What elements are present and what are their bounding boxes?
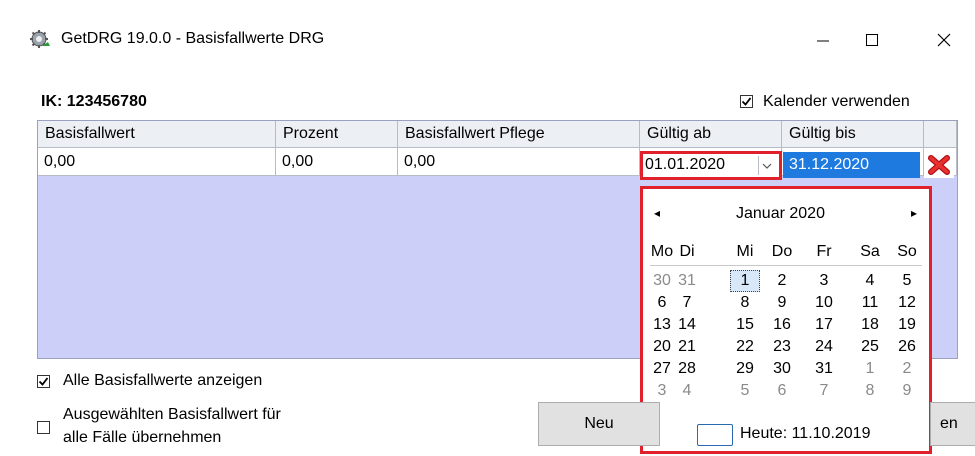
- calendar-day[interactable]: 5: [733, 380, 757, 402]
- calendar-day[interactable]: 8: [733, 292, 757, 314]
- calendar-day[interactable]: 3: [812, 270, 836, 292]
- calendar-day[interactable]: 12: [895, 292, 919, 314]
- calendar-day[interactable]: 17: [812, 314, 836, 336]
- calendar-day[interactable]: 6: [770, 380, 794, 402]
- weekday-label: Mi: [736, 243, 754, 260]
- calendar-day[interactable]: 3: [650, 380, 674, 402]
- maximize-icon: [866, 34, 878, 46]
- calendar-day[interactable]: 31: [812, 358, 836, 380]
- calendar-day[interactable]: 7: [812, 380, 836, 402]
- apply-all-label-line1: Ausgewählten Basisfallwert für: [63, 406, 281, 423]
- calendar-day[interactable]: 23: [770, 336, 794, 358]
- minimize-button[interactable]: [800, 20, 846, 60]
- column-header-gueltig-bis[interactable]: Gültig bis: [782, 121, 924, 148]
- apply-all-label-line2: alle Fälle übernehmen: [63, 429, 222, 446]
- weekday-divider: [650, 265, 922, 266]
- calendar-month-label[interactable]: Januar 2020: [736, 205, 825, 223]
- cell-basisfallwert[interactable]: 0,00: [38, 148, 276, 176]
- calendar-day[interactable]: 29: [733, 358, 757, 380]
- today-label[interactable]: Heute: 11.10.2019: [740, 425, 870, 443]
- window-title: GetDRG 19.0.0 - Basisfallwerte DRG: [61, 30, 325, 47]
- calendar-day[interactable]: 9: [770, 292, 794, 314]
- column-header-gueltig-ab[interactable]: Gültig ab: [640, 121, 782, 148]
- show-all-checkbox[interactable]: [37, 375, 50, 388]
- calendar-day[interactable]: 19: [895, 314, 919, 336]
- calendar-day[interactable]: 20: [650, 336, 674, 358]
- chevron-down-icon: [762, 163, 772, 169]
- calendar-day[interactable]: 26: [895, 336, 919, 358]
- weekday-label: Sa: [860, 243, 880, 260]
- calendar-day[interactable]: 9: [895, 380, 919, 402]
- calendar-day[interactable]: 8: [858, 380, 882, 402]
- column-header-basisfallwert[interactable]: Basisfallwert: [38, 121, 276, 148]
- partially-hidden-button[interactable]: en: [930, 402, 975, 446]
- maximize-button[interactable]: [849, 20, 895, 60]
- checkmark-icon: [38, 377, 49, 386]
- weekday-label: Do: [771, 243, 793, 260]
- calendar-day[interactable]: 30: [770, 358, 794, 380]
- calendar-day[interactable]: 27: [650, 358, 674, 380]
- next-month-button[interactable]: ▸: [911, 206, 917, 220]
- app-gear-icon: [28, 28, 52, 52]
- column-header-prozent[interactable]: Prozent: [276, 121, 398, 148]
- date-to-value[interactable]: 31.12.2020: [783, 152, 920, 178]
- minimize-icon: [817, 40, 829, 42]
- apply-all-label[interactable]: Ausgewählten Basisfallwert für alle Fäll…: [63, 403, 281, 449]
- calendar-day[interactable]: 15: [733, 314, 757, 336]
- checkmark-icon: [741, 97, 752, 106]
- calendar-day[interactable]: 31: [675, 270, 699, 292]
- weekday-label: Fr: [816, 243, 832, 260]
- date-from-value[interactable]: 01.01.2020: [645, 156, 725, 174]
- calendar-day[interactable]: 28: [675, 358, 699, 380]
- previous-month-button[interactable]: ◂: [654, 206, 660, 220]
- calendar-day[interactable]: 21: [675, 336, 699, 358]
- apply-all-checkbox[interactable]: [37, 421, 50, 434]
- calendar-day[interactable]: 25: [858, 336, 882, 358]
- calendar-day[interactable]: 4: [858, 270, 882, 292]
- red-x-delete-icon: [928, 155, 950, 175]
- calendar-day[interactable]: 6: [650, 292, 674, 314]
- calendar-day[interactable]: 30: [650, 270, 674, 292]
- calendar-checkbox-label[interactable]: Kalender verwenden: [763, 93, 910, 111]
- ik-label: IK: 123456780: [41, 93, 147, 110]
- delete-row-button[interactable]: [924, 152, 954, 178]
- calendar-day[interactable]: 14: [675, 314, 699, 336]
- calendar-day[interactable]: 4: [675, 380, 699, 402]
- calendar-checkbox[interactable]: [740, 95, 753, 108]
- weekday-label: Mo: [650, 243, 674, 260]
- date-dropdown-button[interactable]: [758, 156, 775, 175]
- close-button[interactable]: [921, 20, 967, 60]
- today-indicator[interactable]: [697, 424, 733, 446]
- weekday-label: Di: [679, 243, 695, 260]
- calendar-day[interactable]: 10: [812, 292, 836, 314]
- calendar-day[interactable]: 7: [675, 292, 699, 314]
- column-header-actions: [924, 121, 957, 148]
- calendar-day[interactable]: 11: [858, 292, 882, 314]
- calendar-day[interactable]: 13: [650, 314, 674, 336]
- calendar-day[interactable]: 5: [895, 270, 919, 292]
- calendar-day[interactable]: 1: [733, 270, 757, 292]
- calendar-day[interactable]: 24: [812, 336, 836, 358]
- weekday-label: So: [897, 243, 917, 260]
- close-icon: [937, 33, 951, 47]
- calendar-day[interactable]: 18: [858, 314, 882, 336]
- calendar-day[interactable]: 1: [858, 358, 882, 380]
- cell-basisfallwert-pflege[interactable]: 0,00: [398, 148, 640, 176]
- calendar-day[interactable]: 2: [770, 270, 794, 292]
- new-button[interactable]: Neu: [538, 402, 660, 446]
- show-all-label[interactable]: Alle Basisfallwerte anzeigen: [63, 372, 262, 390]
- partially-hidden-button-label: en: [940, 415, 958, 432]
- calendar-day[interactable]: 22: [733, 336, 757, 358]
- calendar-day[interactable]: 2: [895, 358, 919, 380]
- column-header-basisfallwert-pflege[interactable]: Basisfallwert Pflege: [398, 121, 640, 148]
- calendar-day[interactable]: 16: [770, 314, 794, 336]
- cell-prozent[interactable]: 0,00: [276, 148, 398, 176]
